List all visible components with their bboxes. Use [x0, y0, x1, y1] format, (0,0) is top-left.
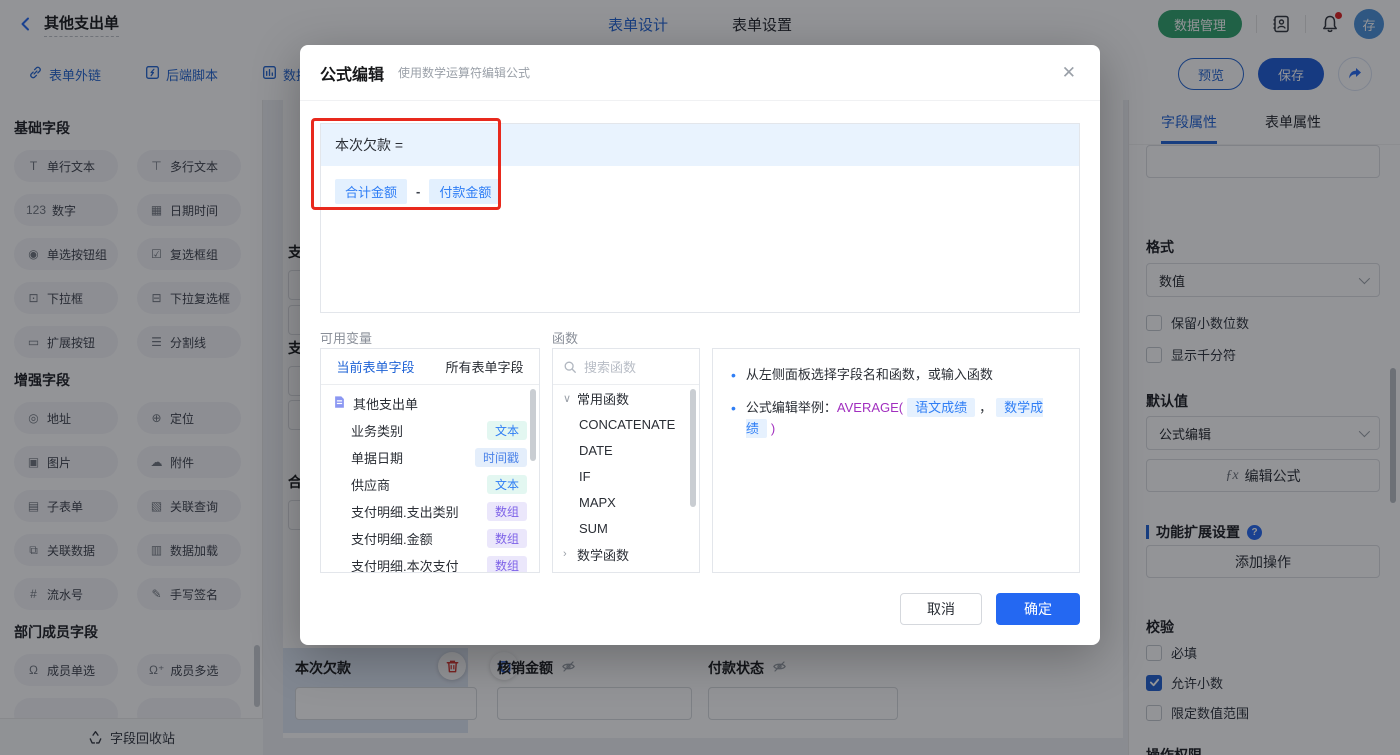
- function-group-常用函数[interactable]: ∨ 常用函数: [553, 385, 699, 411]
- formula-expression[interactable]: 合计金额 - 付款金额: [321, 166, 1079, 217]
- variable-name: 业务类别: [351, 424, 404, 439]
- dialog-footer: 取消 确定: [900, 593, 1080, 625]
- example-prefix: 公式编辑举例：: [745, 400, 837, 415]
- form-doc-icon: [333, 395, 353, 412]
- chevron-down-icon: ∨: [563, 392, 572, 405]
- variable-item[interactable]: 支付明细.本次支付 数组: [321, 552, 539, 573]
- help-example: • 公式编辑举例：AVERAGE(语文成绩，数学成绩): [731, 398, 1061, 440]
- variables-tab[interactable]: 当前表单字段: [321, 349, 430, 384]
- variable-item[interactable]: 业务类别 文本: [321, 417, 539, 444]
- formula-edit-dialog: 公式编辑 使用数学运算符编辑公式 ✕ 本次欠款 = 合计金额 - 付款金额 可用变量…: [300, 45, 1100, 645]
- formula-field-token[interactable]: 合计金额: [335, 179, 408, 204]
- dialog-title: 公式编辑: [320, 66, 385, 84]
- help-text: 从左侧面板选择字段名和函数，或输入函数: [745, 367, 993, 382]
- help-bullet: • 从左侧面板选择字段名和函数，或输入函数: [731, 365, 1061, 386]
- example-function-close: ): [770, 420, 776, 436]
- function-item-DATE[interactable]: DATE: [553, 437, 699, 463]
- variable-type-badge: 文本: [486, 475, 527, 494]
- functions-scrollbar[interactable]: [690, 389, 696, 507]
- app-root: 其他支出单 表单设计表单设置 数据管理 存 表单外链后端脚本数据权 预览 保存: [0, 0, 1400, 755]
- function-search[interactable]: 搜索函数: [553, 349, 699, 385]
- variable-name: 支付明细.支出类别: [351, 505, 459, 520]
- variables-label: 可用变量: [320, 331, 373, 346]
- variable-item[interactable]: 供应商 文本: [321, 471, 539, 498]
- variables-tab[interactable]: 所有表单字段: [430, 349, 539, 384]
- variable-name: 支付明细.本次支付: [351, 559, 459, 573]
- search-icon: [564, 361, 576, 373]
- dialog-subtitle: 使用数学运算符编辑公式: [398, 66, 531, 80]
- function-item-IF[interactable]: IF: [553, 463, 699, 489]
- confirm-button[interactable]: 确定: [996, 593, 1080, 625]
- variable-type-badge: 文本: [486, 421, 527, 440]
- bullet-icon: •: [731, 400, 736, 416]
- example-separator: ，: [979, 400, 993, 415]
- functions-label: 函数: [552, 331, 579, 346]
- function-group-label: 数学函数: [577, 547, 630, 563]
- function-item-MAPX[interactable]: MAPX: [553, 489, 699, 515]
- variable-name: 支付明细.金额: [351, 532, 433, 547]
- example-function-open: AVERAGE(: [836, 400, 904, 415]
- variable-root-name: 其他支出单: [353, 397, 419, 412]
- variable-type-badge: 数组: [486, 529, 527, 548]
- cancel-button[interactable]: 取消: [900, 593, 982, 625]
- variable-item[interactable]: 支付明细.支出类别 数组: [321, 498, 539, 525]
- variables-scrollbar[interactable]: [530, 389, 536, 461]
- function-item-SUM[interactable]: SUM: [553, 515, 699, 541]
- function-group-数学函数[interactable]: › 数学函数: [553, 541, 699, 567]
- help-panel: • 从左侧面板选择字段名和函数，或输入函数 • 公式编辑举例：AVERAGE(语…: [712, 348, 1080, 573]
- variable-type-badge: 数组: [486, 502, 527, 521]
- bullet-icon: •: [731, 367, 736, 383]
- variable-item[interactable]: 支付明细.金额 数组: [321, 525, 539, 552]
- chevron-right-icon: ›: [563, 548, 567, 560]
- function-group-label: 文本函数: [577, 571, 629, 573]
- formula-operator: -: [416, 184, 421, 199]
- formula-editor[interactable]: 本次欠款 = 合计金额 - 付款金额: [320, 123, 1080, 313]
- formula-lhs: 本次欠款 =: [321, 124, 1079, 166]
- function-item-CONCATENATE[interactable]: CONCATENATE: [553, 411, 699, 437]
- variable-type-badge: 数组: [486, 556, 527, 572]
- variable-name: 供应商: [351, 478, 391, 493]
- functions-panel: 搜索函数 ∨常用函数CONCATENATEDATEIFMAPXSUM›数学函数›…: [552, 348, 700, 573]
- example-field-token[interactable]: 语文成绩: [907, 398, 976, 417]
- close-icon[interactable]: ✕: [1062, 64, 1076, 81]
- dialog-header: 公式编辑 使用数学运算符编辑公式 ✕: [300, 45, 1100, 101]
- variable-name: 单据日期: [351, 451, 404, 466]
- help-example-text: 公式编辑举例：AVERAGE(语文成绩，数学成绩): [745, 398, 1061, 440]
- variable-type-badge: 时间戳: [474, 448, 527, 467]
- variable-item[interactable]: 单据日期 时间戳: [321, 444, 539, 471]
- search-placeholder: 搜索函数: [584, 360, 637, 375]
- function-group-label: 常用函数: [577, 391, 630, 407]
- formula-field-token[interactable]: 付款金额: [429, 179, 502, 204]
- variables-panel: 当前表单字段 所有表单字段 其他支出单 业务类别 文本 单据日期 时间戳 供应商 文本 支付明细…: [320, 348, 540, 573]
- variable-tree-root[interactable]: 其他支出单: [321, 390, 539, 417]
- function-group-文本函数[interactable]: ›文本函数: [553, 567, 699, 573]
